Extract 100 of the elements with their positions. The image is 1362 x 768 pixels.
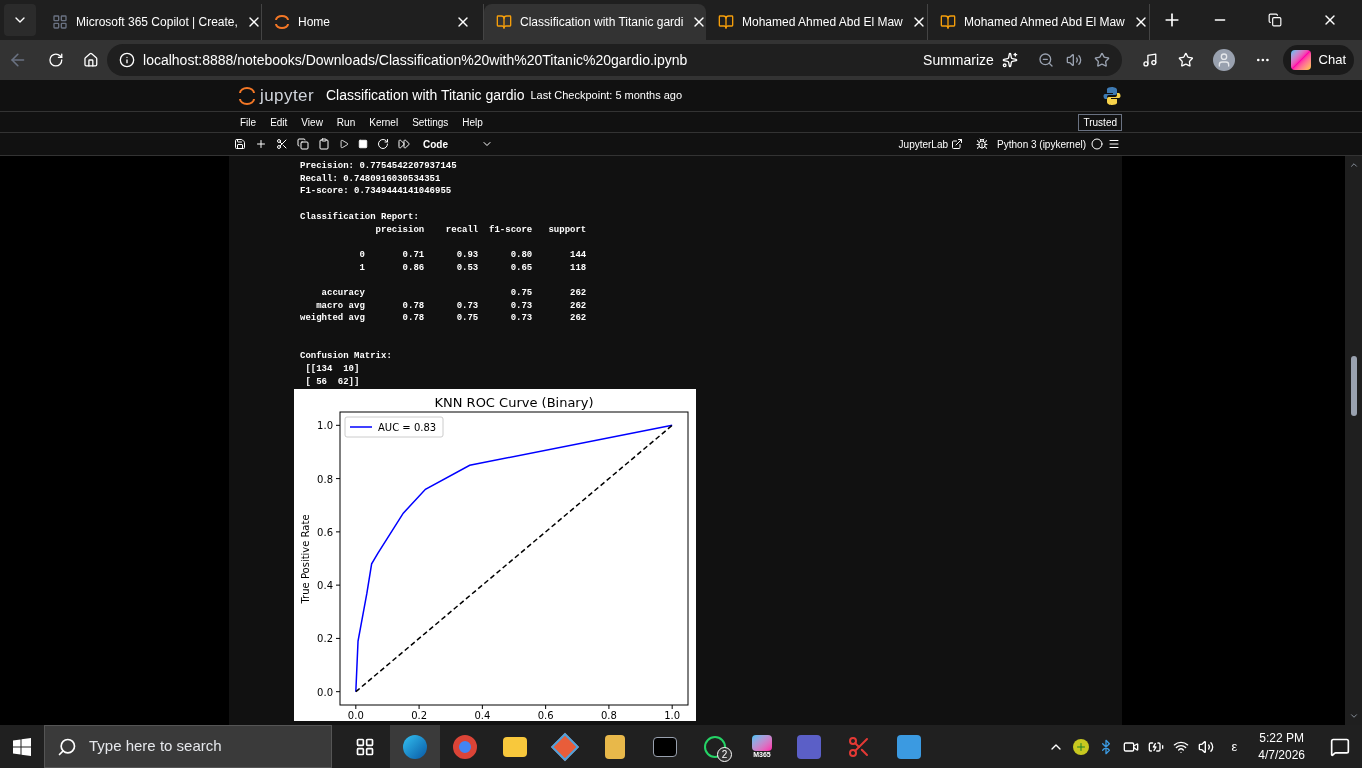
menu-icon[interactable]: [1108, 138, 1120, 150]
book-icon: [718, 14, 734, 30]
url-text: localhost:8888/notebooks/Downloads/Classification%20with%20Titanic%20gardio.ipynb: [143, 50, 688, 70]
ring-icon: [703, 734, 727, 759]
home-icon[interactable]: [83, 52, 100, 68]
search-icon: [57, 736, 77, 757]
x-tick: 1.0: [664, 704, 681, 722]
copy-icon[interactable]: [297, 138, 309, 150]
jupyter-logo-text: jupyter: [260, 84, 314, 107]
chart-legend: AUC = 0.83: [344, 416, 444, 438]
x-tick: 0.8: [600, 704, 617, 722]
x-tick-label: 0.8: [600, 710, 617, 722]
output-line: macro avg 0.78 0.73 0.73 262: [315, 299, 588, 313]
save-icon[interactable]: [234, 138, 246, 150]
scroll-up-icon[interactable]: [1348, 160, 1359, 170]
checkpoint-text: Last Checkpoint: 5 months ago: [530, 88, 683, 104]
info-icon[interactable]: [119, 52, 136, 68]
favorites-icon[interactable]: [1177, 52, 1194, 68]
output-line: [ 56 62]]: [304, 375, 361, 389]
x-tick: 0.2: [411, 704, 428, 722]
menu-item[interactable]: Edit: [270, 114, 288, 130]
logo-icon: [238, 85, 256, 106]
output-line: precision recall f1-score support: [374, 223, 588, 237]
tab-title: Microsoft 365 Copilot | Create,: [76, 14, 238, 31]
y-tick-label: 0.0: [317, 686, 333, 698]
music-icon[interactable]: [1141, 52, 1158, 68]
output-line: Classification Report:: [300, 210, 420, 224]
output-line: Precision: 0.7754542207937145: [300, 160, 458, 173]
x-tick-label: 0.6: [537, 710, 554, 722]
output-line: [[134 10]: [304, 362, 361, 376]
windows-logo-icon[interactable]: [13, 737, 31, 756]
notebook-title[interactable]: Classification with Titanic gardio: [326, 85, 525, 106]
y-axis-label: True Positive Rate: [300, 514, 311, 604]
fast-forward-icon[interactable]: [398, 138, 410, 150]
jupyterlab-link[interactable]: JupyterLab: [898, 136, 949, 152]
kernel-status-icon: [1091, 138, 1103, 150]
output-line: F1-score: 0.7349444141046955: [300, 185, 453, 199]
notification-icon[interactable]: [1330, 736, 1350, 757]
grid-icon: [52, 14, 68, 30]
cell-type-dropdown[interactable]: Code: [423, 136, 493, 152]
y-tick: 0.4: [317, 580, 341, 592]
bug-icon[interactable]: [976, 138, 989, 150]
output-line: 1 0.86 0.53 0.65 118: [358, 261, 588, 275]
y-tick: 0.6: [317, 527, 341, 539]
taskbar-search-field[interactable]: Type here to search: [44, 725, 332, 768]
add-cell-icon[interactable]: [255, 138, 267, 150]
tab-title: Mohamed Ahmed Abd El Maw: [964, 14, 1125, 31]
output-line: Confusion Matrix:: [300, 350, 393, 363]
y-tick-label: 0.6: [317, 527, 333, 539]
star-icon[interactable]: [1093, 52, 1110, 68]
paste-icon[interactable]: [318, 138, 330, 150]
run-icon[interactable]: [339, 139, 349, 149]
y-tick-label: 1.0: [317, 420, 333, 432]
tab-title: Mohamed Ahmed Abd El Maw: [742, 14, 903, 31]
python-logo-icon: [1102, 85, 1122, 106]
external-link-icon[interactable]: [951, 138, 964, 150]
y-tick: 0.2: [317, 633, 341, 645]
speaker-icon[interactable]: [1198, 738, 1215, 755]
y-tick: 1.0: [317, 420, 341, 432]
menu-item[interactable]: Run: [336, 114, 356, 130]
output-line: weighted avg 0.78 0.75 0.73 262: [300, 312, 588, 326]
sparkle-icon[interactable]: [1001, 52, 1018, 68]
browser-tab[interactable]: Classification with Titanic gardi: [484, 4, 706, 40]
menu-item[interactable]: Help: [462, 114, 483, 130]
output-line: accuracy 0.75 262: [320, 287, 588, 300]
input-language-indicator[interactable]: ε: [1231, 736, 1238, 757]
zoom-out-icon[interactable]: [1037, 52, 1054, 68]
x-tick-label: 0.2: [411, 710, 428, 722]
chart-title: KNN ROC Curve (Binary): [434, 395, 594, 411]
stop-icon[interactable]: [358, 139, 368, 149]
output-line: Recall: 0.7480916030534351: [300, 172, 442, 186]
scrollbar[interactable]: [1345, 156, 1362, 725]
address-bar[interactable]: localhost:8888/notebooks/Downloads/Classification%20with%20Titanic%20gardio.ipynb Summarize: [107, 44, 1122, 76]
cut-icon[interactable]: [276, 138, 288, 150]
menu-item[interactable]: View: [301, 114, 323, 130]
profile-avatar[interactable]: [1213, 49, 1235, 71]
y-tick-label: 0.4: [317, 580, 333, 592]
x-tick-label: 0.0: [347, 710, 364, 722]
output-line: 0 0.71 0.93 0.80 144: [358, 248, 588, 262]
summarize-label[interactable]: Summarize: [923, 49, 994, 71]
x-tick-label: 0.4: [474, 710, 491, 722]
trusted-badge[interactable]: Trusted: [1078, 113, 1122, 131]
menu-item[interactable]: File: [240, 114, 257, 130]
book-icon: [940, 14, 956, 30]
x-tick: 0.4: [474, 704, 491, 722]
x-tick: 0.6: [537, 704, 554, 722]
clock-time[interactable]: 5:22 PM: [1259, 729, 1304, 747]
orbit-icon: [274, 14, 290, 30]
restart-icon[interactable]: [377, 138, 389, 150]
chat-app-icon[interactable]: 2: [690, 725, 740, 768]
chat-button[interactable]: Chat: [1282, 45, 1355, 75]
scroll-down-icon[interactable]: [1348, 711, 1359, 721]
clock-date[interactable]: 4/7/2026: [1258, 746, 1305, 764]
kernel-name[interactable]: Python 3 (ipykernel): [997, 136, 1086, 152]
tab-list-button[interactable]: [4, 4, 36, 36]
menu-item[interactable]: Kernel: [369, 114, 399, 130]
reload-icon[interactable]: [47, 52, 64, 68]
restore-icon[interactable]: [1268, 13, 1282, 27]
read-aloud-icon[interactable]: [1065, 52, 1082, 68]
menu-item[interactable]: Settings: [412, 114, 449, 130]
